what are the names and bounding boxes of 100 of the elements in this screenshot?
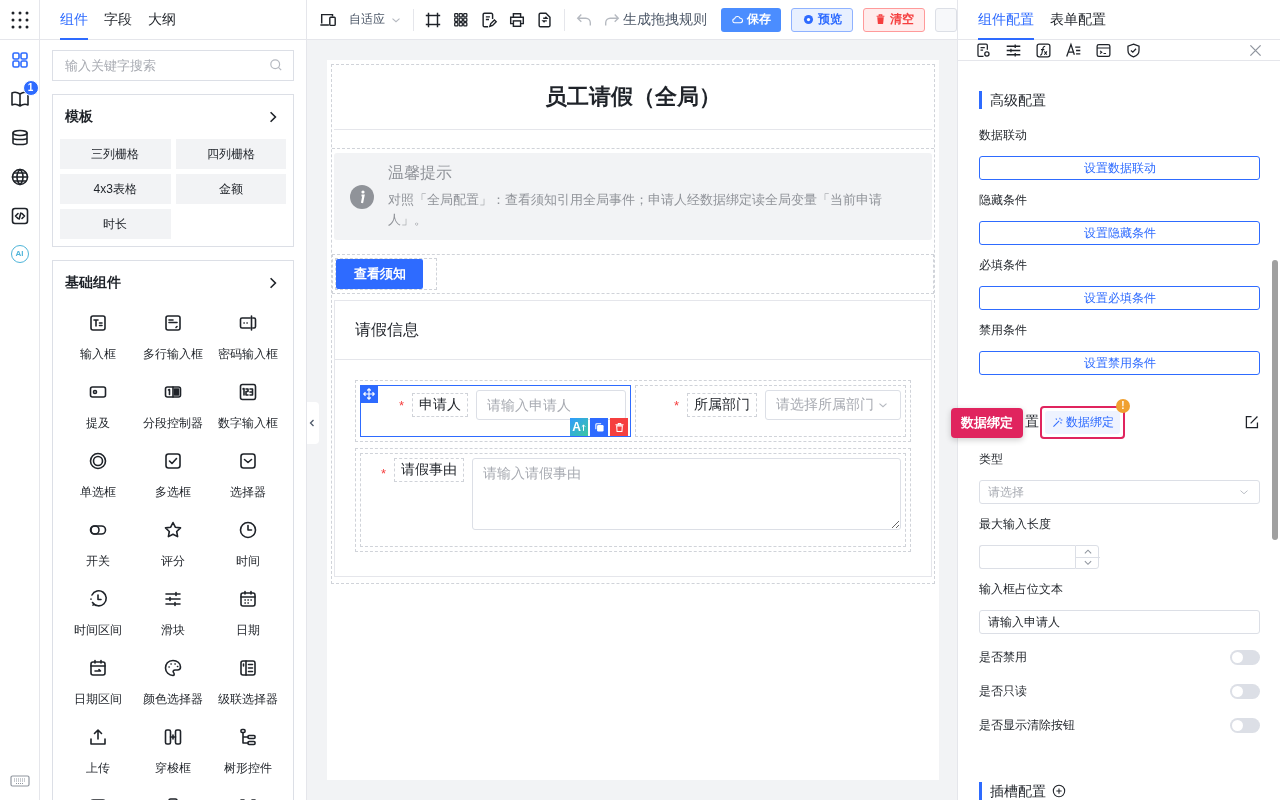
tip-text: 对照「全局配置」：查看须知引用全局事件；申请人经数据绑定读全局变量「当前申请人」。 xyxy=(388,191,883,229)
calendar-icon[interactable] xyxy=(238,589,259,609)
notice-button[interactable]: 查看须知 xyxy=(336,259,423,289)
required-mark: * xyxy=(381,465,387,481)
number-field[interactable] xyxy=(979,545,1075,569)
condition-button[interactable]: 设置数据联动 xyxy=(979,156,1260,180)
component-item[interactable]: 输入框 xyxy=(79,346,116,363)
crop-icon[interactable] xyxy=(424,10,442,29)
component-item[interactable]: 评分 xyxy=(161,553,185,570)
transfer-icon[interactable] xyxy=(163,727,183,747)
section-title: 模板 xyxy=(65,108,93,126)
edit-icon[interactable] xyxy=(1243,413,1260,431)
panel-tab[interactable]: 组件配置 xyxy=(978,0,1034,40)
condition-button[interactable]: 设置禁用条件 xyxy=(979,351,1260,375)
shield-check-icon[interactable] xyxy=(1125,41,1142,59)
print-icon[interactable] xyxy=(508,10,526,29)
component-item[interactable]: 时间 xyxy=(236,553,261,570)
upload-icon[interactable] xyxy=(87,727,108,747)
clock-history-icon[interactable] xyxy=(87,589,108,609)
code-icon[interactable] xyxy=(9,206,30,226)
function-icon[interactable] xyxy=(1035,41,1052,59)
form-settings-icon[interactable] xyxy=(975,41,992,59)
section-title: 基础组件 xyxy=(65,274,121,292)
panel-tab[interactable]: 大纲 xyxy=(148,0,176,40)
component-item[interactable]: 上传 xyxy=(85,760,110,777)
toggle-switch[interactable] xyxy=(1230,717,1260,733)
field-frame[interactable]: * 请假事由 请输入请假事由 xyxy=(360,453,906,547)
palette-icon[interactable] xyxy=(163,658,183,678)
component-item[interactable]: 多行输入框 xyxy=(143,346,203,363)
clock-icon[interactable] xyxy=(238,520,259,540)
scrollbar[interactable] xyxy=(1272,260,1278,540)
panel-tab[interactable]: 组件 xyxy=(60,0,88,40)
edit-document-icon[interactable] xyxy=(480,10,498,29)
property-label: 类型 xyxy=(979,451,1004,468)
component-item[interactable]: 日期 xyxy=(236,622,261,639)
template-item[interactable]: 四列栅格 xyxy=(175,139,286,169)
component-item[interactable]: 选择器 xyxy=(230,484,267,501)
terminal-icon[interactable] xyxy=(1095,41,1112,59)
toggle-switch[interactable] xyxy=(1230,649,1260,665)
component-item[interactable]: 数字输入框 xyxy=(218,415,279,432)
template-item[interactable]: 4x3表格 xyxy=(60,174,171,204)
database-icon[interactable] xyxy=(9,128,30,148)
columns-icon[interactable] xyxy=(238,658,259,678)
field-frame[interactable]: * 所属部门 请选择所属部门 xyxy=(635,385,906,437)
text-area[interactable]: 请输入请假事由 xyxy=(472,458,901,530)
template-item[interactable]: 金额 xyxy=(175,174,286,204)
move-handle-icon[interactable] xyxy=(360,385,378,403)
component-item[interactable]: 提及 xyxy=(85,415,110,432)
field-label: 请假事由 xyxy=(394,458,465,482)
preview-button[interactable]: 预览 xyxy=(791,7,853,32)
input-field[interactable]: 请输入申请人 xyxy=(476,390,626,420)
book-icon[interactable] xyxy=(9,89,30,109)
component-item[interactable]: 多选框 xyxy=(155,484,191,501)
condition-button[interactable]: 设置隐藏条件 xyxy=(979,221,1260,245)
dropdown-icon[interactable] xyxy=(238,451,259,471)
collapse-handle[interactable] xyxy=(307,402,319,444)
keyboard-icon[interactable] xyxy=(9,774,30,788)
component-item[interactable]: 开关 xyxy=(85,553,110,570)
generate-rule-button[interactable]: 生成拖拽规则 xyxy=(623,10,707,29)
copy-icon[interactable] xyxy=(590,418,608,436)
text-field-icon[interactable] xyxy=(87,313,108,333)
required-mark: * xyxy=(399,397,405,413)
component-item[interactable]: 日期区间 xyxy=(73,691,122,708)
component-item[interactable]: 穿梭框 xyxy=(155,760,191,777)
component-item[interactable]: 滑块 xyxy=(161,622,185,639)
component-item[interactable]: 颜色选择器 xyxy=(143,691,203,708)
text-area-icon[interactable] xyxy=(163,313,183,333)
condition-button[interactable]: 设置必填条件 xyxy=(979,286,1260,310)
radio-icon[interactable] xyxy=(87,451,108,471)
delete-icon[interactable] xyxy=(610,418,628,436)
toggle-switch[interactable] xyxy=(1230,683,1260,699)
text-style-icon[interactable] xyxy=(1065,41,1082,59)
template-item[interactable]: 三列栅格 xyxy=(60,139,171,169)
template-item[interactable]: 时长 xyxy=(60,209,171,239)
checkbox-icon[interactable] xyxy=(163,451,183,471)
document-exchange-icon[interactable] xyxy=(536,10,554,29)
component-item[interactable]: 级联选择器 xyxy=(218,691,279,708)
field-frame[interactable]: * 申请人 请输入申请人 A xyxy=(360,385,631,437)
section-heading: 置 xyxy=(1025,413,1039,431)
apps-icon[interactable] xyxy=(9,9,30,30)
add-icon[interactable] xyxy=(1052,784,1066,798)
data-binding-button[interactable]: 数据绑定 xyxy=(1045,410,1120,434)
number-field-icon[interactable] xyxy=(238,382,259,402)
tree-icon[interactable] xyxy=(238,727,259,747)
password-field-icon[interactable] xyxy=(238,313,259,333)
property-label: 是否只读 xyxy=(979,682,1027,700)
globe-icon[interactable] xyxy=(9,167,30,187)
grid-icon[interactable] xyxy=(452,10,470,29)
device-dropdown[interactable]: 自适应 xyxy=(349,11,385,28)
component-item[interactable]: 密码输入框 xyxy=(218,346,279,363)
panel-tab[interactable]: 字段 xyxy=(104,0,132,40)
search-field[interactable]: 输入关键字搜索 xyxy=(52,50,294,81)
input-field[interactable]: 请输入申请人 xyxy=(979,610,1260,634)
component-item[interactable]: 树形控件 xyxy=(224,760,273,777)
component-item[interactable]: 分段控制器 xyxy=(143,415,203,432)
component-item[interactable]: 单选框 xyxy=(79,484,116,501)
slider-icon[interactable] xyxy=(163,589,183,609)
component-item[interactable]: 时间区间 xyxy=(73,622,122,639)
star-icon[interactable] xyxy=(163,520,183,540)
panel-tab[interactable]: 表单配置 xyxy=(1050,0,1106,40)
